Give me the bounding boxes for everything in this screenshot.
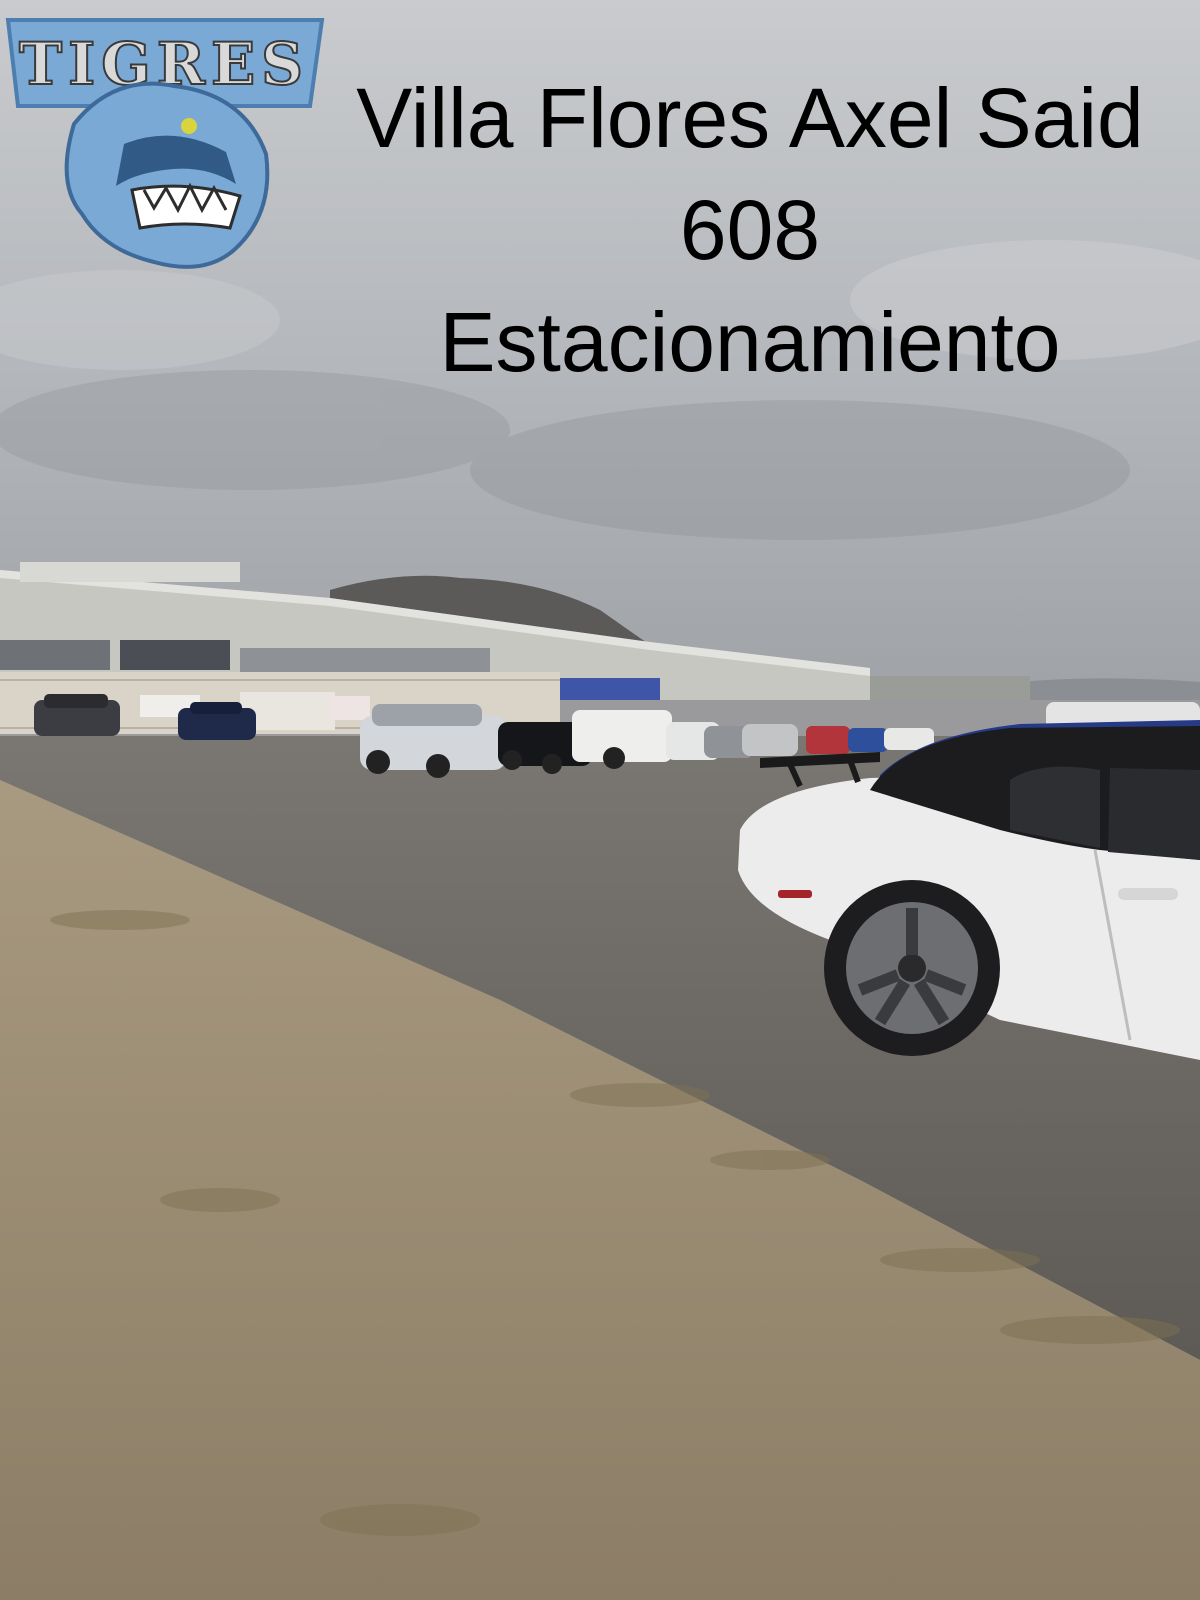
car-white-suv [572, 710, 672, 769]
car-red [806, 726, 850, 754]
caption-number: 608 [679, 183, 821, 277]
caption-location: Estacionamiento [439, 295, 1061, 389]
car-silver-mid [742, 724, 798, 756]
car-blue-far [848, 728, 888, 752]
car-gray-left [34, 694, 120, 736]
photo-caption: Villa Flores Axel Said 608 Estacionamien… [310, 62, 1190, 398]
tigres-logo: TIGRES [5, 18, 325, 269]
tiger-head-icon [64, 81, 270, 269]
caption-name: Villa Flores Axel Said [356, 71, 1144, 165]
photo-stage: TIGRES Villa Flores Axel Said 608 Estaci… [0, 0, 1200, 1600]
